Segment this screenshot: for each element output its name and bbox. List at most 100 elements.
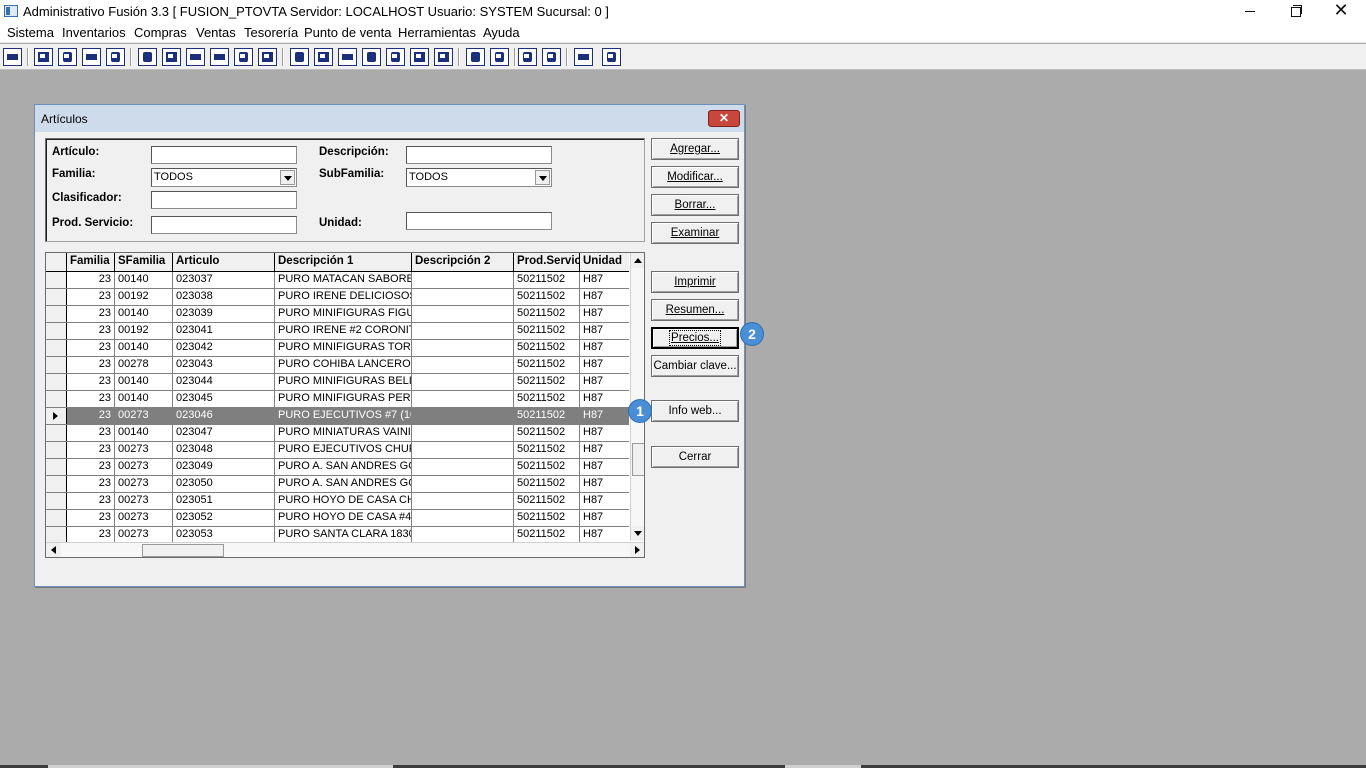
modificar-button[interactable]: Modificar... [651, 166, 739, 188]
horizontal-scrollbar[interactable] [46, 542, 644, 557]
row-indicator[interactable] [46, 374, 67, 390]
users-icon[interactable] [290, 48, 309, 66]
table-row[interactable]: 23 00273 023050 PURO A. SAN ANDRES GOL 50211… [46, 476, 629, 493]
vertical-scrollbar[interactable] [630, 253, 644, 541]
menu-ventas[interactable]: Ventas [196, 25, 236, 40]
clipboard-icon[interactable] [58, 48, 77, 66]
table-icon[interactable] [434, 48, 453, 66]
cerrar-button[interactable]: Cerrar [651, 446, 739, 468]
table-row[interactable]: 23 00273 023049 PURO A. SAN ANDRES GOL 50211… [46, 459, 629, 476]
table-row[interactable]: 23 00140 023047 PURO MINIATURAS VAINIL 50211… [46, 425, 629, 442]
row-indicator[interactable] [46, 272, 67, 288]
close-window-button[interactable]: ✕ [1318, 0, 1364, 23]
undo-icon[interactable] [542, 48, 561, 66]
menu-punto-de-venta[interactable]: Punto de venta [304, 25, 391, 40]
table-row[interactable]: 23 00278 023043 PURO COHIBA LANCEROS 5021150… [46, 357, 629, 374]
dialog-close-button[interactable]: ✕ [708, 110, 740, 127]
articulo-field[interactable] [151, 146, 297, 164]
row-indicator[interactable] [46, 510, 67, 526]
menu-tesoreria[interactable]: Tesorería [244, 25, 298, 40]
precios-button[interactable]: Precios... [651, 327, 739, 349]
unidad-field[interactable] [406, 212, 552, 230]
row-indicator[interactable] [46, 493, 67, 509]
transfer-icon[interactable] [82, 48, 101, 66]
articulos-grid[interactable]: Familia SFamilia Articulo Descripción 1 … [45, 252, 645, 558]
maximize-button[interactable] [1272, 0, 1318, 23]
table-row[interactable]: 23 00140 023044 PURO MINIFIGURAS BELIC 50211… [46, 374, 629, 391]
scroll-left-icon[interactable] [46, 543, 61, 557]
table-row[interactable]: 23 00273 023052 PURO HOYO DE CASA #4 (50211… [46, 510, 629, 527]
familia-select[interactable]: TODOS [151, 168, 297, 187]
back-arrow-icon[interactable] [574, 48, 593, 66]
col-prod-servicio[interactable]: Prod.Servic [514, 253, 580, 272]
row-indicator[interactable] [46, 289, 67, 305]
table-row[interactable]: 23 00140 023037 PURO MATACAN SABORES 5021150… [46, 272, 629, 289]
scroll-right-icon[interactable] [630, 543, 644, 557]
menu-sistema[interactable]: Sistema [7, 25, 54, 40]
box-icon[interactable] [162, 48, 181, 66]
help-icon[interactable] [602, 48, 621, 66]
table-row[interactable]: 23 00273 023051 PURO HOYO DE CASA CHU 502115… [46, 493, 629, 510]
imprimir-button[interactable]: Imprimir [651, 271, 739, 293]
search-icon[interactable] [106, 48, 125, 66]
table-row[interactable]: 23 00140 023042 PURO MINIFIGURAS TORBI 50211… [46, 340, 629, 357]
col-articulo[interactable]: Articulo [173, 253, 275, 272]
row-indicator[interactable] [46, 408, 67, 424]
dollar-icon[interactable] [386, 48, 405, 66]
zoom-icon[interactable] [490, 48, 509, 66]
horizontal-scroll-thumb[interactable] [142, 544, 224, 557]
menu-herramientas[interactable]: Herramientas [398, 25, 476, 40]
table-row[interactable]: 23 00140 023045 PURO MINIFIGURAS PERFE 50211… [46, 391, 629, 408]
col-sfamilia[interactable]: SFamilia [115, 253, 173, 272]
report-icon[interactable] [410, 48, 429, 66]
row-indicator[interactable] [46, 323, 67, 339]
export-icon[interactable] [338, 48, 357, 66]
vertical-scroll-thumb[interactable] [632, 443, 644, 476]
col-familia[interactable]: Familia [67, 253, 115, 272]
refresh-icon[interactable] [518, 48, 537, 66]
row-indicator[interactable] [46, 340, 67, 356]
resumen-button[interactable]: Resumen... [651, 299, 739, 321]
scroll-down-icon[interactable] [631, 526, 644, 541]
row-indicator[interactable] [46, 527, 67, 543]
receive-icon[interactable] [186, 48, 205, 66]
row-indicator[interactable] [46, 476, 67, 492]
scroll-up-icon[interactable] [631, 253, 644, 268]
add-icon[interactable] [362, 48, 381, 66]
descripcion-field[interactable] [406, 146, 552, 164]
row-indicator[interactable] [46, 442, 67, 458]
table-row[interactable]: 23 00273 023046 PURO EJECUTIVOS #7 (10) 5021… [46, 408, 629, 425]
prod-servicio-field[interactable] [151, 216, 297, 234]
cambiar-clave-button[interactable]: Cambiar clave... [651, 355, 739, 377]
row-indicator[interactable] [46, 391, 67, 407]
copy-icon[interactable] [34, 48, 53, 66]
document-icon[interactable] [234, 48, 253, 66]
register-icon[interactable] [314, 48, 333, 66]
row-indicator[interactable] [46, 459, 67, 475]
menu-inventarios[interactable]: Inventarios [62, 25, 126, 40]
clasificador-field[interactable] [151, 191, 297, 209]
chevron-down-icon[interactable] [535, 170, 550, 185]
table-row[interactable]: 23 00192 023038 PURO IRENE DELICIOSOS (5021… [46, 289, 629, 306]
home-icon[interactable] [466, 48, 485, 66]
menu-ayuda[interactable]: Ayuda [483, 25, 520, 40]
examinar-button[interactable]: Examinar [651, 222, 739, 244]
chevron-down-icon[interactable] [280, 170, 295, 185]
col-unidad[interactable]: Unidad [580, 253, 629, 272]
print-icon[interactable] [210, 48, 229, 66]
minimize-button[interactable] [1227, 0, 1273, 23]
borrar-button[interactable]: Borrar... [651, 194, 739, 216]
list-icon[interactable] [258, 48, 277, 66]
row-indicator[interactable] [46, 357, 67, 373]
row-indicator[interactable] [46, 425, 67, 441]
menu-compras[interactable]: Compras [134, 25, 187, 40]
subfamilia-select[interactable]: TODOS [406, 168, 552, 187]
col-descripcion-2[interactable]: Descripción 2 [412, 253, 514, 272]
info-web-button[interactable]: Info web... [651, 400, 739, 422]
table-row[interactable]: 23 00273 023048 PURO EJECUTIVOS CHURC 502115… [46, 442, 629, 459]
table-row[interactable]: 23 00140 023039 PURO MINIFIGURAS FIGUR 50211… [46, 306, 629, 323]
agregar-button[interactable]: Agregar... [651, 138, 739, 160]
user-icon[interactable] [138, 48, 157, 66]
col-descripcion-1[interactable]: Descripción 1 [275, 253, 412, 272]
calculator-icon[interactable] [3, 48, 22, 66]
